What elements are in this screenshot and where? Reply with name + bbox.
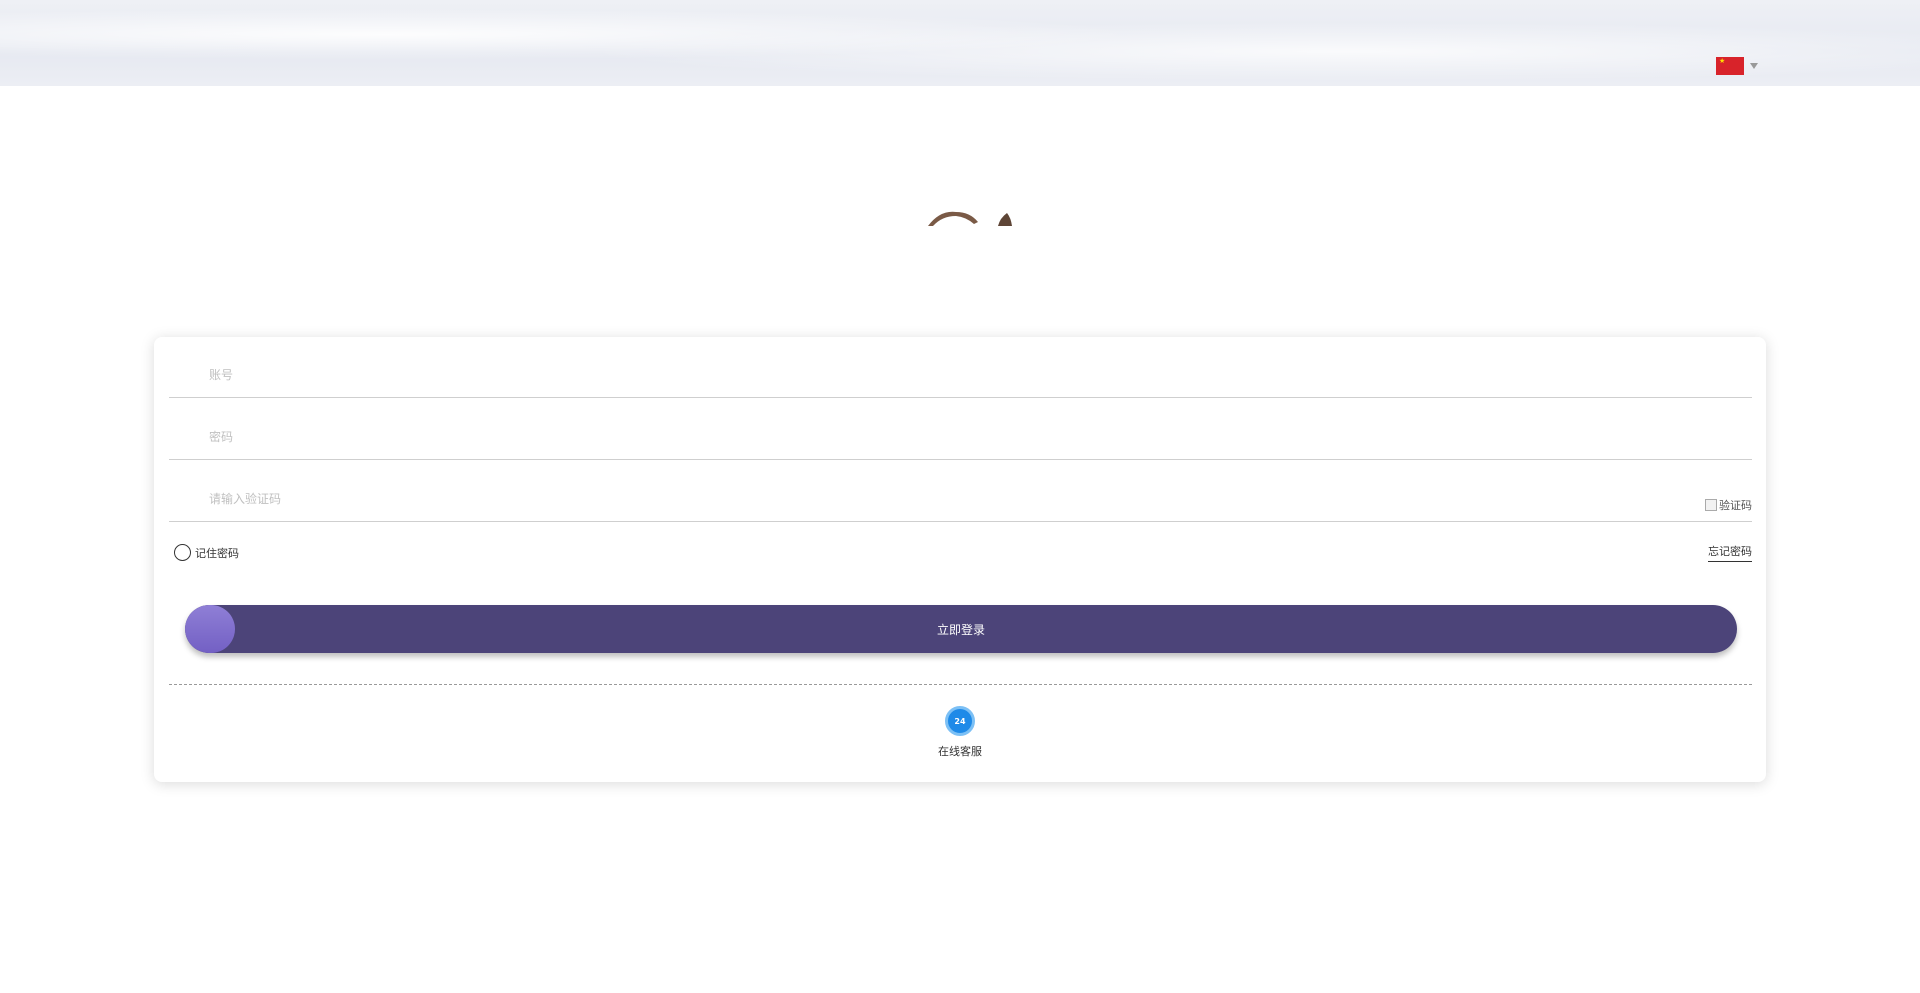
username-field-wrapper: [169, 337, 1752, 398]
captcha-input[interactable]: [169, 461, 1669, 521]
support-icon-text: 24: [954, 716, 966, 726]
login-button-knob: [185, 605, 235, 653]
support-24h-icon: 24: [945, 706, 975, 736]
top-header: ★: [0, 0, 1920, 86]
broken-image-icon: [1705, 499, 1717, 511]
language-selector[interactable]: ★: [1716, 57, 1758, 75]
china-flag-icon: ★: [1716, 57, 1744, 75]
forgot-password-link[interactable]: 忘记密码: [1708, 543, 1752, 562]
remember-label: 记住密码: [195, 546, 239, 560]
password-input[interactable]: [169, 399, 1669, 459]
login-button[interactable]: 立即登录: [185, 605, 1737, 653]
captcha-image[interactable]: 验证码: [1705, 497, 1752, 513]
username-input[interactable]: [169, 337, 1669, 397]
dashed-divider: [169, 684, 1752, 685]
support-label: 在线客服: [938, 745, 982, 758]
remember-password-toggle[interactable]: 记住密码: [174, 544, 239, 561]
captcha-alt-text: 验证码: [1719, 499, 1752, 512]
brand-logo-icon: [920, 200, 1020, 226]
remember-radio[interactable]: [174, 544, 191, 561]
captcha-field-wrapper: 验证码: [169, 461, 1752, 522]
login-card: 验证码 记住密码 忘记密码 立即登录 24 在线客服: [154, 337, 1766, 782]
password-field-wrapper: [169, 399, 1752, 460]
caret-down-icon: [1750, 63, 1758, 69]
login-button-label: 立即登录: [936, 622, 985, 637]
online-support-button[interactable]: 24 在线客服: [154, 706, 1766, 759]
